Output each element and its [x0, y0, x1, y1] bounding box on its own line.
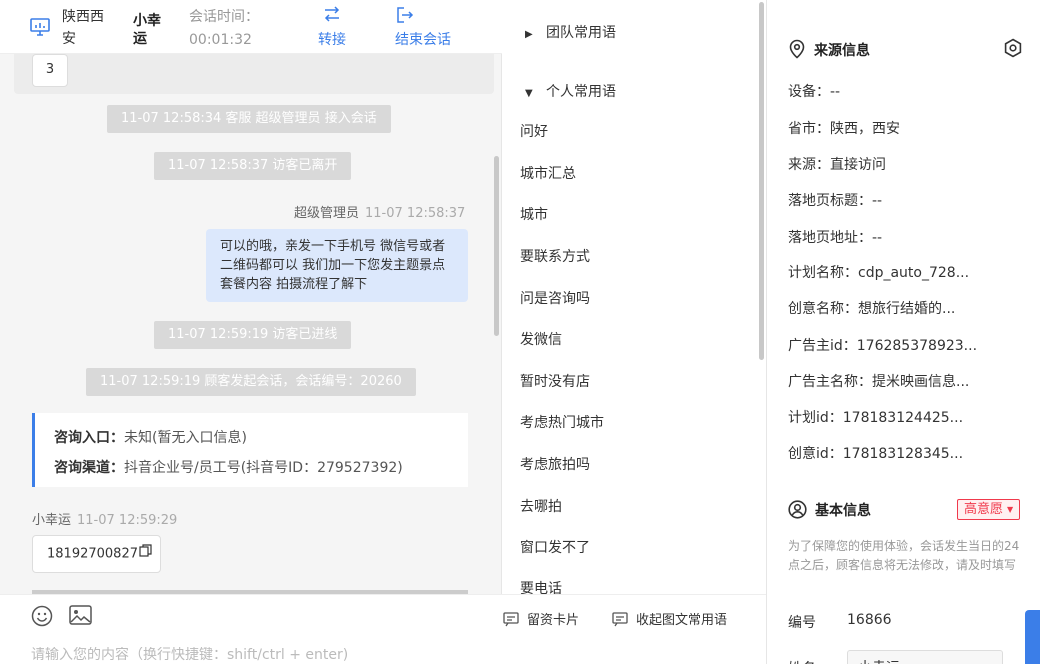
image-icon[interactable]	[69, 605, 92, 629]
field-plan-name: 计划名称：cdp_auto_728...	[788, 265, 970, 281]
floating-side-button[interactable]	[1025, 610, 1040, 664]
personal-phrases-group[interactable]: ▼ 个人常用语	[525, 81, 616, 101]
consult-info-card: 咨询入口：未知(暂无入口信息) 咨询渠道：抖音企业号/员工号(抖音号ID：279…	[32, 413, 468, 487]
agent-message-bubble: 可以的哦，亲发一下手机号 微信号或者二维码都可以 我们加一下您发主题景点 套餐内…	[206, 229, 468, 302]
chat-history[interactable]: 3 11-07 12:58:34 客服 超级管理员 接入会话 11-07 12:…	[0, 54, 502, 592]
collapse-phrases-button[interactable]: 收起图文常用语	[612, 609, 727, 628]
section-label: 基本信息	[815, 503, 871, 519]
field-creative-name: 创意名称：想旅行结婚的...	[788, 301, 956, 317]
source-info-title: 来源信息	[788, 39, 870, 60]
id-label: 编号	[788, 615, 816, 631]
field-creative-id: 创意id：178183128345...	[788, 446, 964, 462]
chevron-down-icon: ▼	[1007, 505, 1014, 514]
phrase-item[interactable]: 问是咨询吗	[520, 288, 590, 308]
session-time: 00:01:32	[189, 32, 252, 48]
phrase-item[interactable]: 考虑热门城市	[520, 412, 604, 432]
lead-card-button[interactable]: 留资卡片	[503, 609, 579, 628]
session-time-label: 会话时间：	[189, 9, 259, 25]
entry-value: 未知(暂无入口信息)	[124, 430, 247, 446]
message-composer: 留资卡片 收起图文常用语	[0, 594, 766, 664]
chat-panel: 陕西西安 小幸运 会话时间： 00:01:32 转接 结束会话 3 11-07 …	[0, 0, 502, 664]
collapse-phrases-label: 收起图文常用语	[636, 613, 728, 628]
visitor-location: 陕西西安	[62, 9, 104, 47]
copy-icon[interactable]	[139, 536, 152, 572]
intent-level-dropdown[interactable]: 高意愿 ▼	[957, 499, 1021, 520]
field-device: 设备：--	[788, 84, 841, 100]
entry-key: 咨询入口：	[54, 430, 124, 446]
basic-info-title: 基本信息	[788, 500, 871, 520]
phrase-item[interactable]: 城市	[520, 204, 548, 224]
monitor-icon	[30, 18, 50, 40]
chat-header: 陕西西安 小幸运 会话时间： 00:01:32 转接 结束会话	[0, 0, 502, 54]
group-label: 团队常用语	[546, 25, 616, 41]
system-message: 11-07 12:58:34 客服 超级管理员 接入会话	[107, 105, 391, 133]
message-time: 11-07 12:59:29	[77, 513, 178, 528]
edit-notice: 为了保障您的使用体验，会话发生当日的24点之后，顾客信息将无法修改，请及时填写	[788, 539, 1020, 572]
intent-level-value: 高意愿	[964, 502, 1004, 517]
emoji-icon[interactable]	[31, 605, 53, 631]
team-phrases-group[interactable]: ▶ 团队常用语	[525, 22, 616, 42]
field-landing-title: 落地页标题：--	[788, 193, 883, 209]
end-session-button[interactable]: 结束会话	[395, 6, 451, 50]
transfer-button[interactable]: 转接	[318, 6, 346, 50]
settings-icon[interactable]	[1003, 38, 1023, 62]
phrase-item[interactable]: 发微信	[520, 329, 562, 349]
caret-right-icon: ▶	[525, 29, 533, 40]
phrase-item[interactable]: 考虑旅拍吗	[520, 454, 590, 474]
field-plan-id: 计划id：178183124425...	[788, 410, 964, 426]
phrase-item[interactable]: 城市汇总	[520, 163, 576, 183]
field-province-city: 省市：陕西，西安	[788, 121, 900, 137]
user-circle-icon	[788, 500, 807, 519]
system-message: 11-07 12:58:37 访客已离开	[154, 152, 352, 180]
visitor-message-meta: 小幸运 11-07 12:59:29	[32, 509, 177, 528]
phrase-item[interactable]: 窗口发不了	[520, 537, 590, 557]
phrase-item[interactable]: 要联系方式	[520, 246, 590, 266]
message-time: 11-07 12:58:37	[365, 206, 466, 221]
chat-scrollbar[interactable]	[494, 156, 499, 336]
field-source: 来源：直接访问	[788, 157, 886, 173]
name-value: 小幸运	[848, 651, 1002, 664]
phone-number: 18192700827	[47, 546, 138, 562]
field-landing-url: 落地页地址：--	[788, 230, 883, 246]
logout-icon	[395, 6, 451, 26]
common-phrases-panel: ▶ 团队常用语 ▼ 个人常用语 问好 城市汇总 城市 要联系方式 问是咨询吗 发微信…	[503, 0, 766, 594]
phrase-item[interactable]: 暂时没有店	[520, 371, 590, 391]
customer-info-panel: 来源信息 设备：-- 省市：陕西，西安 来源：直接访问 落地页标题：-- 落地页…	[767, 0, 1040, 664]
visitor-phone-message[interactable]: 18192700827	[32, 535, 161, 573]
id-value: 16866	[847, 612, 892, 628]
phrase-item[interactable]: 问好	[520, 121, 548, 141]
caret-down-icon: ▼	[525, 88, 533, 99]
channel-value: 抖音企业号/员工号(抖音号ID：279527392)	[124, 460, 403, 476]
page-chip[interactable]: 3	[32, 54, 68, 87]
name-label: 姓名	[788, 658, 816, 664]
visitor-name: 小幸运	[133, 13, 161, 47]
card-icon	[503, 612, 519, 627]
transfer-icon	[318, 6, 346, 26]
field-advertiser-id: 广告主id：176285378923...	[788, 338, 978, 354]
section-label: 来源信息	[814, 43, 870, 59]
system-message: 11-07 12:59:19 顾客发起会话，会话编号：20260	[86, 368, 416, 396]
phrases-scrollbar[interactable]	[759, 2, 764, 360]
agent-message-meta: 超级管理员 11-07 12:58:37	[294, 202, 465, 221]
phrase-item[interactable]: 要电话	[520, 578, 562, 594]
transfer-label: 转接	[318, 32, 346, 48]
location-pin-icon	[789, 39, 805, 59]
group-label: 个人常用语	[546, 84, 616, 100]
end-session-label: 结束会话	[395, 32, 451, 48]
channel-key: 咨询渠道：	[54, 460, 124, 476]
field-advertiser-name: 广告主名称：提米映画信息...	[788, 374, 970, 390]
name-field[interactable]: 小幸运	[847, 650, 1003, 664]
message-input[interactable]	[31, 647, 471, 663]
previous-message-card	[14, 54, 494, 94]
lead-card-label: 留资卡片	[527, 613, 580, 628]
phrase-icon	[612, 612, 628, 627]
system-message: 11-07 12:59:19 访客已进线	[154, 321, 352, 349]
visitor-name: 小幸运	[32, 513, 72, 528]
phrase-item[interactable]: 去哪拍	[520, 496, 562, 516]
agent-name: 超级管理员	[294, 206, 360, 221]
